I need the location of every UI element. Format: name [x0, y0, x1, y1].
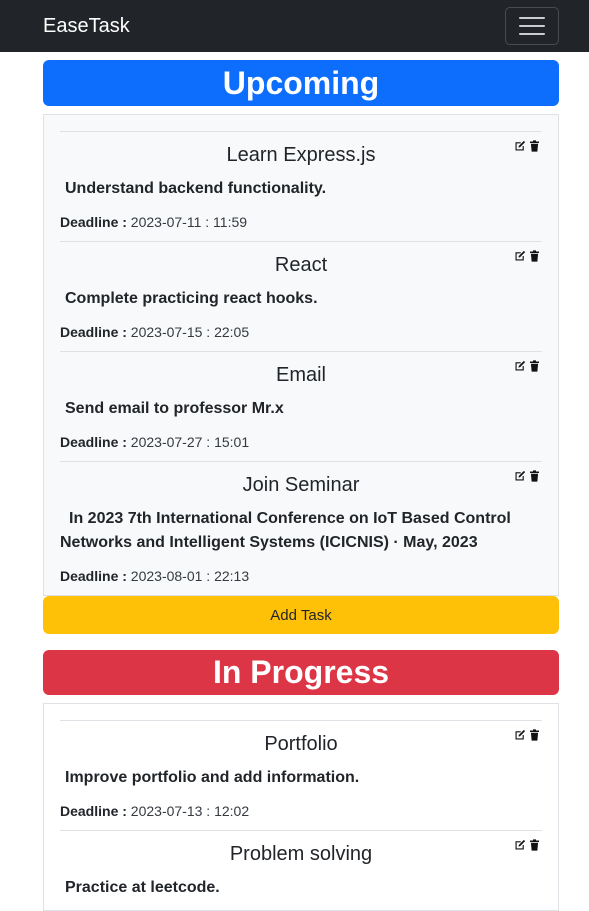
deadline-value: 2023-07-27 : 15:01	[130, 434, 250, 450]
task-description: Practice at leetcode.	[65, 879, 220, 896]
task-deadline: Deadline : 2023-08-01 : 22:13	[60, 567, 542, 585]
edit-icon[interactable]	[514, 470, 526, 482]
add-task-button[interactable]: Add Task	[43, 596, 559, 634]
task-card: React Complete practicing react hooks. D…	[60, 241, 542, 351]
task-actions	[514, 250, 540, 262]
deadline-value: 2023-07-15 : 22:05	[130, 324, 250, 340]
task-card: Learn Express.js Understand backend func…	[60, 131, 542, 241]
task-actions	[514, 470, 540, 482]
task-title: Email	[275, 364, 326, 386]
edit-icon[interactable]	[514, 250, 526, 262]
trash-icon[interactable]	[529, 250, 540, 262]
trash-icon[interactable]	[529, 729, 540, 741]
task-deadline: Deadline : 2023-07-11 : 11:59	[60, 213, 542, 231]
task-title: Problem solving	[229, 843, 373, 865]
edit-icon[interactable]	[514, 729, 526, 741]
task-deadline: Deadline : 2023-07-13 : 12:02	[60, 802, 542, 820]
edit-icon[interactable]	[514, 839, 526, 851]
task-description: In 2023 7th International Conference on …	[60, 510, 511, 551]
trash-icon[interactable]	[529, 360, 540, 372]
task-card: Portfolio Improve portfolio and add info…	[60, 720, 542, 830]
task-description: Understand backend functionality.	[65, 180, 327, 197]
trash-icon[interactable]	[529, 839, 540, 851]
deadline-value: 2023-07-11 : 11:59	[130, 214, 248, 230]
navbar: EaseTask	[0, 0, 589, 52]
task-description: Improve portfolio and add information.	[65, 769, 360, 786]
hamburger-menu-icon	[519, 17, 545, 19]
task-actions	[514, 140, 540, 152]
in-progress-task-list: Portfolio Improve portfolio and add info…	[43, 703, 559, 911]
board: Upcoming Learn Express.js Understand bac…	[43, 60, 559, 911]
trash-icon[interactable]	[529, 140, 540, 152]
task-title: Learn Express.js	[226, 144, 376, 166]
section-header-upcoming: Upcoming	[43, 60, 559, 106]
deadline-label: Deadline :	[60, 214, 127, 230]
task-deadline: Deadline : 2023-07-27 : 15:01	[60, 433, 542, 451]
task-card: Email Send email to professor Mr.x Deadl…	[60, 351, 542, 461]
task-description: Complete practicing react hooks.	[65, 290, 318, 307]
deadline-label: Deadline :	[60, 324, 127, 340]
section-title: Upcoming	[222, 64, 380, 101]
edit-icon[interactable]	[514, 140, 526, 152]
task-actions	[514, 360, 540, 372]
task-card: Problem solving Practice at leetcode.	[60, 830, 542, 910]
section-title: In Progress	[212, 654, 390, 690]
task-actions	[514, 729, 540, 741]
task-title: React	[274, 254, 328, 276]
deadline-label: Deadline :	[60, 803, 127, 819]
deadline-value: 2023-08-01 : 22:13	[130, 568, 250, 584]
navbar-toggle-button[interactable]	[505, 7, 559, 45]
task-actions	[514, 839, 540, 851]
deadline-label: Deadline :	[60, 568, 127, 584]
trash-icon[interactable]	[529, 470, 540, 482]
deadline-label: Deadline :	[60, 434, 127, 450]
brand-logo[interactable]: EaseTask	[43, 15, 130, 38]
deadline-value: 2023-07-13 : 12:02	[130, 803, 250, 819]
task-title: Portfolio	[264, 733, 338, 755]
task-deadline: Deadline : 2023-07-15 : 22:05	[60, 323, 542, 341]
section-header-in-progress: In Progress	[43, 650, 559, 695]
task-description: Send email to professor Mr.x	[65, 400, 284, 417]
task-card: Join Seminar In 2023 7th International C…	[60, 461, 542, 595]
task-title: Join Seminar	[242, 474, 360, 496]
upcoming-task-list: Learn Express.js Understand backend func…	[43, 114, 559, 596]
edit-icon[interactable]	[514, 360, 526, 372]
